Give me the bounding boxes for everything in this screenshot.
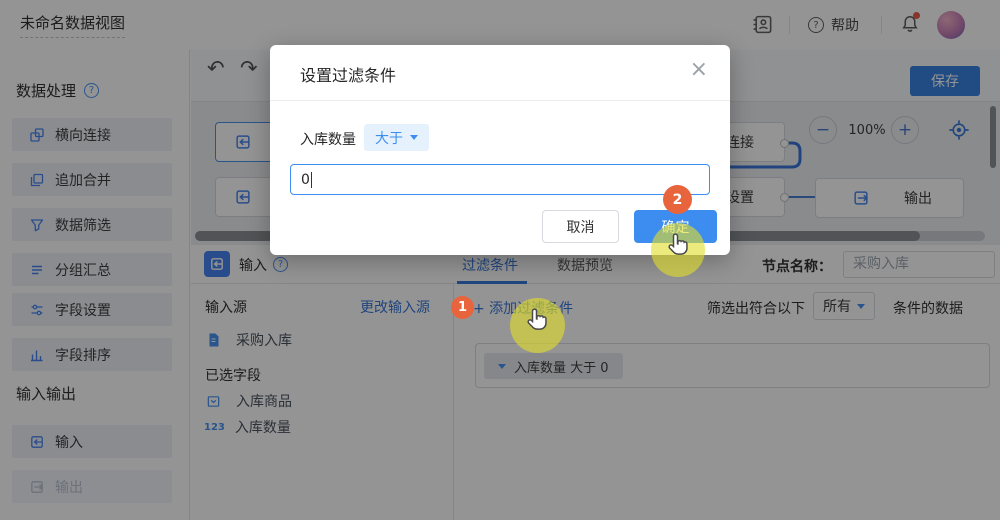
operator-select[interactable]: 大于 xyxy=(364,124,429,151)
text-cursor xyxy=(311,172,312,188)
dialog-title: 设置过滤条件 xyxy=(300,62,396,86)
hand-cursor-icon xyxy=(523,306,553,340)
chevron-down-icon xyxy=(410,135,418,140)
filter-dialog: 设置过滤条件 × 入库数量 大于 0 取消 确定 xyxy=(270,45,730,255)
filter-value-input[interactable]: 0 xyxy=(290,164,710,195)
dialog-field-label: 入库数量 xyxy=(300,129,356,149)
close-icon[interactable]: × xyxy=(690,59,708,81)
hand-cursor-icon xyxy=(664,231,694,265)
divider xyxy=(270,100,730,101)
cancel-button[interactable]: 取消 xyxy=(542,210,619,243)
app-root: 未命名数据视图 ? 帮助 数据处理 ? xyxy=(0,0,1000,520)
step-badge-1: 1 xyxy=(451,296,474,319)
step-badge-2: 2 xyxy=(663,185,692,214)
